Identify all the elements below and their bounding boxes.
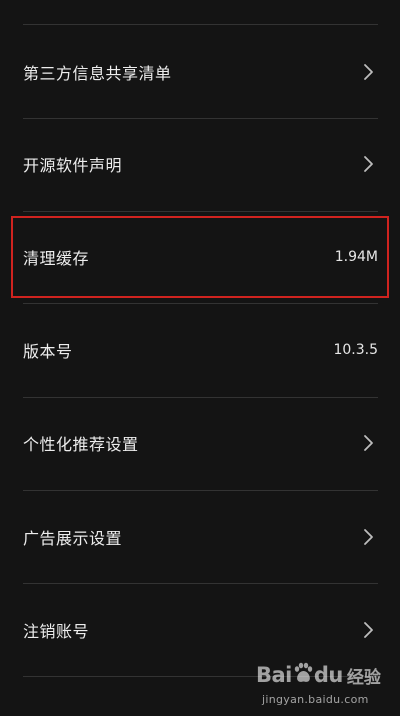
settings-item-clear-cache[interactable]: 清理缓存 1.94M (0, 212, 400, 302)
chevron-right-icon (362, 528, 376, 546)
watermark-brand-left: Bai (256, 663, 292, 687)
divider (23, 490, 378, 491)
settings-item-label: 开源软件声明 (23, 156, 123, 175)
settings-item-label: 个性化推荐设置 (23, 435, 139, 454)
settings-list: 第三方信息共享清单 开源软件声明 清理缓存 1.94M 版本号 10.3.5 个… (0, 0, 400, 716)
version-value: 10.3.5 (333, 342, 378, 358)
settings-item-label: 版本号 (23, 342, 73, 361)
settings-item-label: 第三方信息共享清单 (23, 64, 172, 83)
watermark-brand-suffix: 经验 (346, 667, 381, 688)
chevron-right-icon (362, 621, 376, 639)
chevron-right-icon (362, 63, 376, 81)
settings-item-third-party-sharing[interactable]: 第三方信息共享清单 (0, 27, 400, 117)
settings-item-personalized-recommendation[interactable]: 个性化推荐设置 (0, 398, 400, 488)
baidu-paw-icon (293, 662, 313, 688)
settings-item-label: 清理缓存 (23, 249, 90, 268)
watermark-url: jingyan.baidu.com (262, 693, 369, 706)
cache-size-value: 1.94M (334, 249, 378, 265)
settings-item-label: 注销账号 (23, 622, 90, 641)
settings-item-label: 广告展示设置 (23, 529, 123, 548)
chevron-right-icon (362, 155, 376, 173)
settings-item-ad-display[interactable]: 广告展示设置 (0, 492, 400, 582)
baidu-jingyan-watermark: Bai du 经验 jingyan.baidu.com (256, 660, 386, 712)
watermark-brand-right: du (313, 663, 343, 687)
divider (23, 583, 378, 584)
settings-item-open-source-notice[interactable]: 开源软件声明 (0, 119, 400, 209)
divider (23, 24, 378, 25)
settings-item-version: 版本号 10.3.5 (0, 305, 400, 395)
divider (23, 303, 378, 304)
chevron-right-icon (362, 434, 376, 452)
